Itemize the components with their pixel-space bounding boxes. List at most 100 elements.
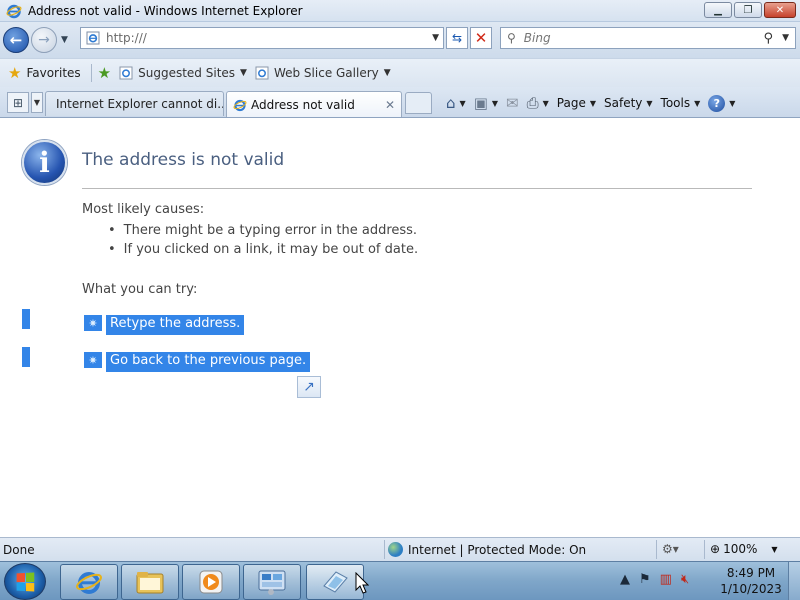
clock-date: 1/10/2023 — [720, 582, 782, 596]
folder-icon — [136, 572, 164, 594]
action-center-flag-icon[interactable]: ⚑ — [639, 572, 651, 587]
try-heading: What you can try: — [82, 282, 198, 297]
chevron-down-icon: ▼ — [694, 98, 701, 108]
print-button[interactable]: ⎙ ▼ — [527, 94, 549, 112]
internet-explorer-icon — [76, 572, 102, 594]
zone-text: Internet | Protected Mode: On — [408, 542, 587, 557]
bullet: • — [108, 242, 116, 257]
printer-icon: ⎙ — [526, 94, 539, 112]
chevron-down-icon: ▼ — [240, 68, 247, 78]
chevron-down-icon[interactable]: ▼ — [492, 99, 498, 108]
feeds-button[interactable]: ▣ ▼ — [474, 94, 498, 112]
divider — [384, 540, 385, 559]
system-tray: ▲ ⚑ ▥ 🔇︎ — [620, 572, 689, 587]
navigation-bar: ← → ▼ ▼ ⇆ ✕ ⚲ ⚲ ▼ — [0, 22, 800, 58]
search-options-dropdown-icon[interactable]: ▼ — [782, 33, 789, 43]
chevron-down-icon: ▼ — [771, 544, 778, 554]
go-back-link[interactable]: Go back to the previous page. — [106, 352, 311, 372]
forward-button[interactable]: → — [31, 27, 57, 53]
cause-item: • If you clicked on a link, it may be out… — [108, 242, 418, 257]
address-bar: ▼ — [80, 27, 444, 49]
selection-marker — [22, 309, 30, 329]
safety-menu-label: Safety — [604, 96, 643, 110]
home-button[interactable]: ⌂ ▼ — [446, 94, 466, 112]
show-desktop-button[interactable] — [788, 562, 800, 600]
protected-mode-icon[interactable]: ⚙▾ — [662, 542, 679, 556]
globe-icon — [388, 542, 403, 557]
divider — [90, 64, 92, 82]
stop-button[interactable]: ✕ — [470, 27, 492, 49]
cause-item: • There might be a typing error in the ad… — [108, 223, 417, 238]
chevron-down-icon: ▼ — [589, 98, 596, 108]
zoom-control[interactable]: ⊕ 100% ▼ — [710, 542, 778, 556]
page-menu-label: Page — [556, 96, 586, 110]
recent-pages-dropdown-icon[interactable]: ▼ — [61, 35, 68, 45]
zoom-level: 100% — [723, 542, 758, 556]
taskbar-media-player[interactable] — [182, 564, 240, 600]
favorites-star-icon: ★ — [8, 64, 22, 82]
divider — [656, 540, 657, 559]
chevron-down-icon: ▼ — [646, 98, 653, 108]
page-menu[interactable]: Page ▼ — [557, 96, 596, 110]
chevron-down-icon: ▼ — [383, 68, 391, 78]
show-hidden-icons-icon[interactable]: ▲ — [620, 572, 630, 587]
address-input[interactable] — [106, 31, 426, 45]
help-menu[interactable]: ? ▼ — [708, 94, 736, 112]
close-window-button[interactable]: ✕ — [764, 2, 796, 18]
internet-explorer-icon — [233, 99, 247, 111]
divider — [82, 188, 752, 189]
chevron-down-icon: ▼ — [729, 98, 736, 108]
clock[interactable]: 8:49 PM 1/10/2023 — [718, 565, 784, 597]
refresh-button[interactable]: ⇆ — [446, 27, 468, 49]
help-icon: ? — [708, 94, 726, 112]
maximize-button[interactable]: ❐ — [734, 2, 762, 18]
cause-text: There might be a typing error in the add… — [123, 223, 418, 238]
accelerator-icon[interactable]: ↗ — [297, 376, 321, 398]
new-tab-button[interactable] — [405, 92, 432, 114]
tab-label: Internet Explorer cannot di... — [56, 97, 224, 111]
web-slice-gallery-link[interactable]: Web Slice Gallery ▼ — [255, 66, 391, 80]
favorites-bar: ★ Favorites ★ Suggested Sites ▼ Web Slic… — [0, 58, 800, 87]
expand-icon[interactable]: ✷ — [84, 315, 102, 331]
page-title: The address is not valid — [82, 150, 285, 170]
taskbar-windows-explorer[interactable] — [121, 564, 179, 600]
chevron-down-icon[interactable]: ▼ — [460, 99, 466, 108]
volume-muted-icon[interactable]: 🔇︎ — [681, 572, 689, 587]
back-button[interactable]: ← — [3, 27, 29, 53]
search-input[interactable] — [523, 31, 754, 45]
taskbar-internet-explorer[interactable] — [60, 564, 118, 600]
close-tab-icon[interactable]: ✕ — [385, 98, 395, 112]
taskbar-control-panel[interactable] — [243, 564, 301, 600]
quick-tabs-icon[interactable]: ⊞ — [7, 92, 29, 113]
network-icon[interactable]: ▥ — [660, 572, 672, 587]
add-to-favorites-bar-icon[interactable]: ★ — [98, 64, 111, 82]
retype-address-link[interactable]: Retype the address. — [106, 315, 245, 335]
search-icon[interactable]: ⚲ — [763, 31, 773, 46]
expand-icon[interactable]: ✷ — [84, 352, 102, 368]
info-icon: i — [22, 140, 67, 185]
tab-list-dropdown-icon[interactable]: ▼ — [31, 92, 43, 113]
tab-label: Address not valid — [251, 97, 355, 112]
media-player-icon — [199, 570, 223, 594]
start-button[interactable] — [4, 563, 46, 600]
divider — [704, 540, 705, 559]
favorites-button[interactable]: ★ Favorites — [8, 64, 81, 82]
tab-address-not-valid[interactable]: Address not valid ✕ — [226, 91, 402, 117]
read-mail-button[interactable]: ✉ — [506, 94, 519, 112]
internet-explorer-icon — [6, 4, 22, 18]
windows-logo-icon — [16, 572, 35, 591]
suggested-sites-label: Suggested Sites — [138, 66, 236, 80]
tools-menu[interactable]: Tools ▼ — [661, 96, 701, 110]
address-dropdown-icon[interactable]: ▼ — [432, 33, 439, 43]
page-content: i The address is not valid Most likely c… — [0, 119, 800, 537]
tab-ie-cannot-display[interactable]: Internet Explorer cannot di... — [45, 91, 224, 116]
minimize-button[interactable]: ▁ — [704, 2, 732, 18]
search-provider-icon: ⚲ — [507, 31, 516, 45]
cause-text: If you clicked on a link, it may be out … — [123, 242, 419, 257]
tools-menu-label: Tools — [660, 96, 691, 110]
status-text: Done — [3, 543, 35, 557]
safety-menu[interactable]: Safety ▼ — [604, 96, 653, 110]
security-zone[interactable]: Internet | Protected Mode: On — [388, 542, 586, 557]
suggested-sites-link[interactable]: Suggested Sites ▼ — [119, 66, 247, 80]
chevron-down-icon[interactable]: ▼ — [543, 99, 549, 108]
